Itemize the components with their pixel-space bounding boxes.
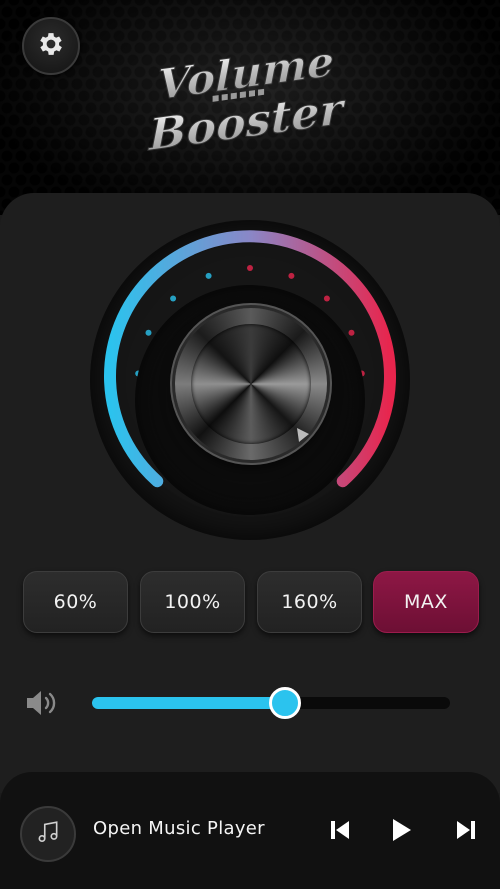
dial-tick-dot: [288, 272, 295, 279]
open-music-player-label[interactable]: Open Music Player: [93, 818, 265, 839]
speaker-icon: [25, 689, 59, 717]
open-music-player-button[interactable]: [20, 806, 76, 862]
skip-next-icon: [457, 821, 475, 839]
dial-tick-dot: [323, 295, 330, 302]
skip-previous-icon: [331, 821, 349, 839]
previous-button[interactable]: [328, 816, 354, 844]
gear-icon: [36, 29, 66, 63]
dial-tick-dot: [247, 265, 253, 271]
play-button[interactable]: [388, 816, 414, 844]
play-icon: [393, 819, 411, 841]
dial-tick-dot: [205, 272, 212, 279]
volume-knob[interactable]: [175, 308, 327, 460]
dial-tick-dot: [145, 329, 152, 336]
knob-indicator: [297, 428, 309, 442]
preset-60-button[interactable]: 60%: [23, 571, 128, 633]
volume-slider[interactable]: [92, 687, 450, 719]
app-logo: Volume Booster: [130, 30, 370, 162]
music-note-icon: [35, 819, 61, 849]
preset-100-button[interactable]: 100%: [140, 571, 245, 633]
preset-160-button[interactable]: 160%: [257, 571, 362, 633]
preset-max-button[interactable]: MAX: [373, 571, 479, 633]
volume-slider-fill: [92, 697, 286, 709]
dial-tick-dot: [170, 295, 177, 302]
next-button[interactable]: [452, 816, 478, 844]
dial-tick-dot: [348, 329, 355, 336]
settings-button[interactable]: [22, 17, 80, 75]
